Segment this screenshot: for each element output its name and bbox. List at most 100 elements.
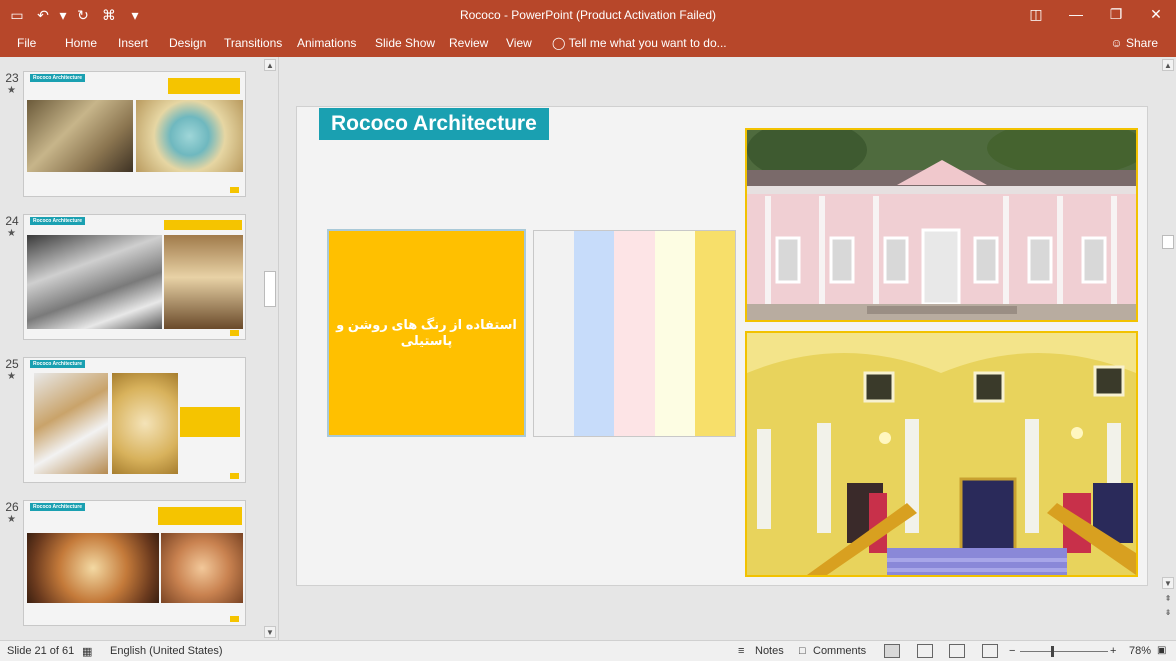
minimize-icon[interactable]: — — [1056, 0, 1096, 30]
palette-swatch — [574, 231, 615, 436]
slide-sorter-icon[interactable] — [917, 644, 933, 658]
thumbnail-image — [136, 100, 243, 172]
window-controls: ◫ — ❐ ✕ — [1016, 0, 1176, 30]
slide-thumbnail[interactable]: Rococo Architecture — [23, 500, 246, 626]
window-title: Rococo - PowerPoint (Product Activation … — [459, 8, 717, 22]
next-slide-icon[interactable]: ⇟ — [1162, 607, 1174, 619]
tell-me-box[interactable]: ◯ Tell me what you want to do... — [552, 34, 727, 52]
thumbnail-image — [164, 235, 243, 329]
slide-title[interactable]: Rococo Architecture — [319, 108, 549, 140]
notes-button[interactable]: Notes — [755, 645, 784, 657]
palette-swatch — [534, 231, 575, 436]
lightbulb-icon: ◯ — [552, 36, 566, 50]
thumbnail-row: 25 ★ Rococo Architecture — [0, 357, 262, 489]
tab-transitions[interactable]: Transitions — [224, 34, 282, 52]
thumbnail-title: Rococo Architecture — [30, 360, 85, 368]
thumbnail-title: Rococo Architecture — [30, 503, 85, 511]
animation-star-icon: ★ — [7, 228, 16, 239]
interior-image — [747, 333, 1136, 575]
notes-icon: ≡ — [738, 645, 745, 657]
thumbnail-image — [27, 100, 133, 172]
slide-number: 26 — [5, 500, 19, 514]
tab-design[interactable]: Design — [169, 34, 206, 52]
thumbnail-text-box — [180, 407, 240, 437]
scroll-down-icon[interactable]: ▼ — [1162, 577, 1174, 589]
palette-swatch — [614, 231, 655, 436]
slide-thumbnail[interactable]: Rococo Architecture — [23, 214, 246, 340]
language-indicator[interactable]: English (United States) — [110, 645, 223, 657]
thumbnail-page-badge — [230, 473, 239, 479]
status-bar: Slide 21 of 61 ▦ English (United States)… — [0, 640, 1176, 661]
fit-to-window-icon[interactable]: ▣ — [1157, 645, 1166, 656]
palette-swatch — [694, 231, 736, 436]
thumbnail-text-box — [164, 220, 242, 230]
color-palette[interactable] — [533, 230, 736, 437]
zoom-in-icon[interactable]: + — [1110, 645, 1116, 657]
thumbnail-image — [112, 373, 178, 474]
slide-canvas[interactable]: Rococo Architecture استفاده از رنگ های ر… — [296, 106, 1148, 586]
animation-star-icon: ★ — [7, 514, 16, 525]
share-label: Share — [1125, 36, 1158, 50]
slideshow-view-icon[interactable] — [982, 644, 998, 658]
zoom-slider-knob[interactable] — [1051, 646, 1054, 657]
thumbnail-row: 24 ★ Rococo Architecture — [0, 214, 262, 346]
thumbnail-text-box — [158, 507, 242, 525]
thumbnail-page-badge — [230, 330, 239, 336]
title-bar: ▭ ↶ ▾ ↻ ⌘ ▾ Rococo - PowerPoint (Product… — [0, 0, 1176, 30]
scroll-up-icon[interactable]: ▲ — [264, 59, 276, 71]
slide-thumbnail-pane[interactable]: 23 ★ Rococo Architecture 24 ★ Rococo Arc… — [0, 57, 262, 640]
text-box-content: استفاده از رنگ های روشن و پاستیلی — [336, 317, 517, 348]
tab-slide-show[interactable]: Slide Show — [375, 34, 435, 52]
thumbnail-image — [27, 533, 159, 603]
spell-check-icon[interactable]: ▦ — [82, 645, 92, 658]
comments-icon: □ — [799, 645, 806, 657]
building-photo[interactable] — [745, 128, 1138, 322]
ribbon-tabs: File Home Insert Design Transitions Anim… — [0, 30, 1176, 57]
slide-number: 23 — [5, 71, 19, 85]
slide-thumbnail[interactable]: Rococo Architecture — [23, 71, 246, 197]
thumbnail-scrollbar[interactable]: ▲ ▼ — [262, 57, 278, 640]
close-icon[interactable]: ✕ — [1136, 0, 1176, 30]
tab-animations[interactable]: Animations — [297, 34, 356, 52]
thumbnail-page-badge — [230, 616, 239, 622]
slide-number: 25 — [5, 357, 19, 371]
tab-view[interactable]: View — [506, 34, 532, 52]
comments-button[interactable]: Comments — [813, 645, 866, 657]
thumbnail-title: Rococo Architecture — [30, 74, 85, 82]
tab-review[interactable]: Review — [449, 34, 488, 52]
thumbnail-text-box — [168, 78, 240, 94]
share-button[interactable]: ☺ Share — [1110, 33, 1158, 53]
interior-photo[interactable] — [745, 331, 1138, 577]
text-box[interactable]: استفاده از رنگ های روشن و پاستیلی — [327, 229, 526, 437]
animation-star-icon: ★ — [7, 85, 16, 96]
slide-scrollbar[interactable]: ▲ ▼ ⇞ ⇟ — [1160, 57, 1176, 640]
reading-view-icon[interactable] — [949, 644, 965, 658]
tab-insert[interactable]: Insert — [118, 34, 148, 52]
person-icon: ☺ — [1110, 36, 1123, 50]
scroll-thumb[interactable] — [264, 271, 276, 307]
palette-swatch — [654, 231, 695, 436]
thumbnail-image — [161, 533, 243, 603]
animation-star-icon: ★ — [7, 371, 16, 382]
tell-me-text: Tell me what you want to do... — [568, 36, 727, 50]
slide-counter: Slide 21 of 61 — [7, 645, 75, 657]
tab-file[interactable]: File — [17, 34, 36, 52]
previous-slide-icon[interactable]: ⇞ — [1162, 593, 1174, 605]
slide-number: 24 — [5, 214, 19, 228]
scroll-thumb[interactable] — [1162, 235, 1174, 249]
zoom-level[interactable]: 78% — [1129, 645, 1151, 657]
scroll-up-icon[interactable]: ▲ — [1162, 59, 1174, 71]
normal-view-icon[interactable] — [884, 644, 900, 658]
thumbnail-image — [27, 235, 162, 329]
thumbnail-row: 23 ★ Rococo Architecture — [0, 71, 262, 203]
scroll-down-icon[interactable]: ▼ — [264, 626, 276, 638]
maximize-icon[interactable]: ❐ — [1096, 0, 1136, 30]
zoom-out-icon[interactable]: − — [1009, 645, 1015, 657]
ribbon-display-icon[interactable]: ◫ — [1016, 0, 1056, 30]
slide-thumbnail[interactable]: Rococo Architecture — [23, 357, 246, 483]
thumbnail-row: 26 ★ Rococo Architecture — [0, 500, 262, 632]
zoom-slider-track[interactable] — [1020, 651, 1108, 652]
pane-divider — [278, 57, 279, 640]
building-image — [747, 130, 1136, 320]
tab-home[interactable]: Home — [65, 34, 97, 52]
